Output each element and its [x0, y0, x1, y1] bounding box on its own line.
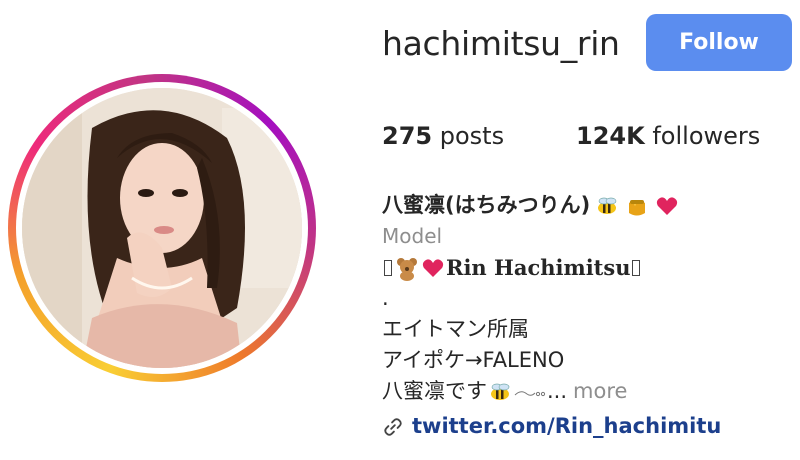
bio-line-label: アイポケ→FALENO	[382, 348, 565, 372]
profile-category: Model	[382, 224, 443, 248]
bee-icon	[598, 197, 617, 214]
bio-line-dot: .	[382, 286, 389, 310]
profile-picture-ring[interactable]	[8, 74, 316, 382]
external-link-text[interactable]: twitter.com/Rin_hachimitu	[412, 411, 721, 442]
bio-line-intro: 八蜜凛です ... more	[382, 376, 792, 407]
honey-pot-icon	[629, 199, 646, 215]
bio-line-agency: エイトマン所属	[382, 317, 529, 341]
flight-trail-icon	[514, 390, 546, 396]
red-heart-icon	[657, 196, 678, 215]
link-icon	[384, 417, 402, 436]
profile-photo-illustration	[22, 88, 302, 368]
profile-username: hachimitsu_rin	[382, 24, 620, 63]
display-name: 八蜜凛(はちみつりん)	[382, 193, 591, 217]
followers-stat[interactable]: 124K followers	[576, 122, 760, 150]
profile-stats: 275 posts 124K followers	[382, 122, 760, 150]
external-link[interactable]: twitter.com/Rin_hachimitu	[382, 411, 792, 442]
missing-glyph-icon	[632, 259, 641, 276]
profile-picture-frame	[16, 82, 308, 374]
missing-glyph-icon	[384, 259, 392, 276]
bio-intro-text: 八蜜凛です	[382, 379, 487, 403]
posts-count: 275	[382, 122, 433, 150]
follow-button[interactable]: Follow	[646, 14, 792, 71]
more-link[interactable]: more	[573, 376, 627, 407]
profile-picture	[22, 88, 302, 368]
bio-english-name: Rin Hachimitsu	[446, 255, 631, 280]
teddy-bear-icon	[397, 257, 417, 281]
followers-count: 124K	[576, 122, 645, 150]
posts-label: posts	[439, 122, 505, 150]
followers-label: followers	[652, 122, 761, 150]
display-name-row: 八蜜凛(はちみつりん)	[382, 190, 792, 221]
red-heart-icon	[422, 258, 444, 277]
bio-truncation: ...	[547, 379, 568, 403]
posts-stat[interactable]: 275 posts	[382, 122, 576, 150]
profile-bio: 八蜜凛(はちみつりん) Model Rin Hachimitsu . エイトマン…	[382, 190, 792, 442]
bio-line-name: Rin Hachimitsu	[382, 252, 792, 283]
bee-icon	[491, 383, 510, 400]
